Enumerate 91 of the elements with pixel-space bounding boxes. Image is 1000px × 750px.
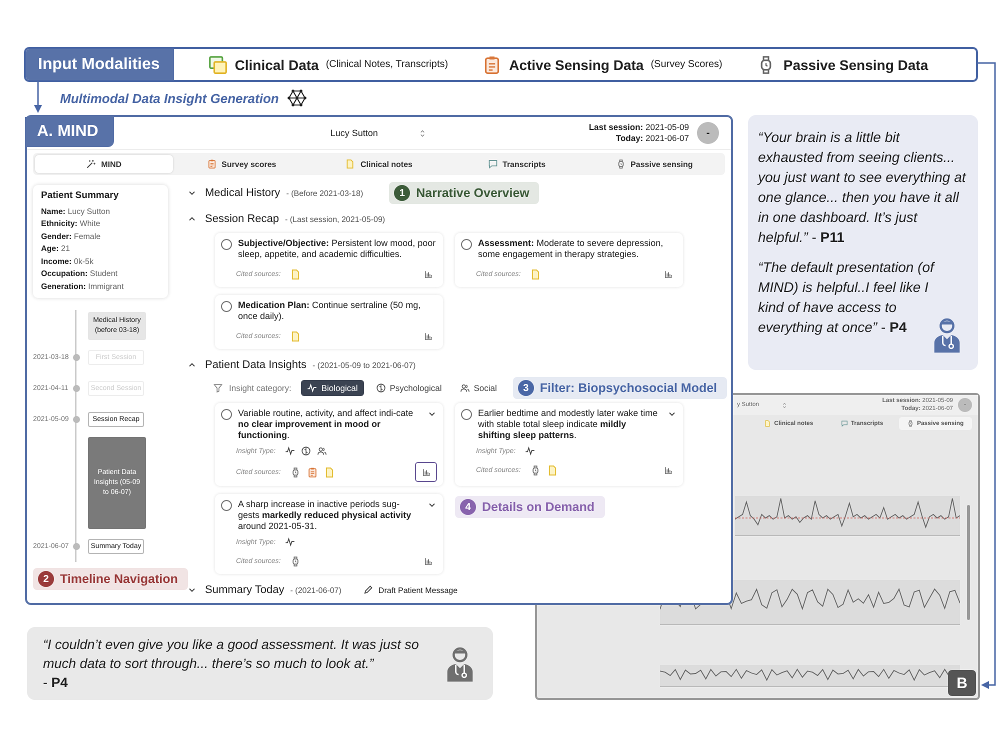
documents-icon (208, 54, 228, 74)
number-badge: 3 (518, 380, 534, 396)
summary-field: Gender: Female (41, 230, 163, 243)
summary-field: Ethnicity: White (41, 218, 163, 230)
modality-label: Passive Sensing Data (783, 56, 928, 72)
chat-icon (840, 420, 848, 427)
callout-label: 4 Details on Demand (455, 496, 605, 518)
quote-text: “I couldn’t even give you like a good assessment. It was just so much data to sort through... there’s so much to look at.” - P4 (43, 636, 420, 692)
timeline-dot (72, 354, 80, 361)
radio-button[interactable] (461, 239, 472, 250)
section-heading: Patient Data Insights (205, 359, 307, 371)
quote-text: “Your brain is a little bit exhausted from seeing clients... you just want to see everything at one glance... then you have it all in one dashboard. It’s just helpful.” - P11 (758, 128, 968, 247)
modality-detail: (Clinical Notes, Transcripts) (326, 59, 448, 70)
panel-label: B (948, 670, 976, 696)
tab[interactable]: MIND (35, 155, 173, 173)
section-title: Input Modalities (26, 49, 174, 80)
timeline-dot (72, 543, 80, 550)
tab[interactable]: Survey scores (172, 155, 310, 173)
bar-chart-icon (664, 466, 673, 475)
pulse-icon (307, 383, 318, 393)
section-date: - (Before 2021-03-18) (286, 188, 364, 198)
filter-label: Insight category: (229, 383, 292, 393)
timeline-dot (72, 385, 80, 392)
callout-label: 3 Filter: Biopsychosocial Model (512, 377, 728, 399)
people-icon (460, 383, 470, 393)
summary-field: Age: 21 (41, 243, 163, 256)
card-text: Variable routine, activity, and affect indi-cate no clear improvement in mood or functioning. (238, 408, 414, 441)
patient-select[interactable]: Lucy Sutton (324, 125, 433, 141)
note-icon (764, 420, 772, 427)
note-icon (345, 159, 356, 169)
card-text: Subjective/Objective: Persistent low mood, poor sleep, appetite, and academic difficulties. (238, 238, 437, 260)
summary-field: Income: 0k-5k (41, 256, 163, 268)
modality-detail: (Survey Scores) (650, 59, 722, 70)
chat-icon (488, 159, 498, 169)
callout-label: 1 Narrative Overview (389, 182, 540, 204)
chart-button[interactable] (415, 462, 437, 482)
session-date: Today: 2021-06-07 (614, 133, 689, 144)
card-text: Earlier bedtime and modestly later wake time with stable total sleep indicate mildly shifting sleep patterns. (478, 408, 659, 441)
bar-chart-icon (424, 332, 433, 341)
watch-icon (616, 159, 626, 169)
draft-message-button[interactable]: Draft Patient Message (359, 583, 462, 597)
number-badge: 4 (460, 499, 476, 515)
summary-field: Occupation: Student (41, 268, 163, 280)
callout-label: 2 Timeline Navigation (33, 568, 188, 590)
card-title: Patient Summary (41, 190, 120, 202)
chevron-updown-icon (781, 402, 788, 408)
radio-button[interactable] (221, 500, 232, 511)
watch-icon (906, 420, 914, 427)
wand-icon (86, 159, 96, 169)
modality-label: Active Sensing Data (509, 56, 644, 72)
card-text: Assessment: Moderate to severe depression, some engagement in therapy strategies. (478, 238, 664, 260)
pencil-icon (363, 585, 374, 595)
timeline-dot (72, 416, 80, 423)
section-date: - (2021-06-07) (290, 586, 342, 594)
section-date: - (2021-05-09 to 2021-06-07) (312, 360, 416, 370)
tab[interactable]: Transcripts (448, 155, 586, 173)
radio-button[interactable] (221, 409, 232, 420)
generation-label: Multimodal Data Insight Generation (60, 90, 279, 106)
clipboard-icon (206, 159, 217, 169)
tab[interactable]: Passive sensing (585, 155, 723, 173)
filter-chip[interactable]: Biological (301, 380, 364, 396)
section-heading: Summary Today (205, 584, 284, 596)
radio-button[interactable] (461, 409, 472, 420)
avatar[interactable]: - (697, 122, 719, 144)
bar-chart-icon (422, 468, 430, 476)
section-date: - (Last session, 2021-05-09) (285, 214, 386, 224)
modality-label: Clinical Data (234, 56, 319, 72)
filter-chip[interactable]: Social (454, 380, 503, 396)
tab[interactable]: Clinical notes (310, 155, 448, 173)
filter-icon (213, 383, 223, 393)
session-date: Last session: 2021-05-09 (588, 122, 689, 133)
summary-field: Name: Lucy Sutton (41, 206, 163, 218)
section-heading: Session Recap (205, 213, 279, 225)
radio-button[interactable] (221, 239, 232, 250)
scrollbar[interactable] (967, 505, 970, 620)
card-text: Medication Plan: Continue sertraline (50 mg, once daily). (238, 300, 422, 322)
filter-chip[interactable]: Psychological (370, 380, 448, 396)
number-badge: 2 (38, 571, 54, 587)
section-heading: Medical History (205, 187, 280, 199)
number-badge: 1 (394, 185, 410, 201)
summary-field: Generation: Immigrant (41, 280, 163, 293)
chevron-updown-icon (418, 128, 427, 138)
panel-label: A. MIND (25, 117, 114, 147)
bar-chart-icon (664, 270, 673, 279)
radio-button[interactable] (221, 301, 232, 312)
bar-chart-icon (424, 270, 433, 279)
bar-chart-icon (424, 557, 433, 566)
card-text: A sharp increase in inactive periods sug-gests markedly reduced physical activity around 2021-05-31. (238, 499, 412, 532)
network-icon (286, 88, 307, 108)
quote-text: “The default presentation (of MIND) is helpful..I feel like I kind of have access to everything at once” - P4 (758, 258, 936, 337)
brain-icon (376, 383, 386, 393)
